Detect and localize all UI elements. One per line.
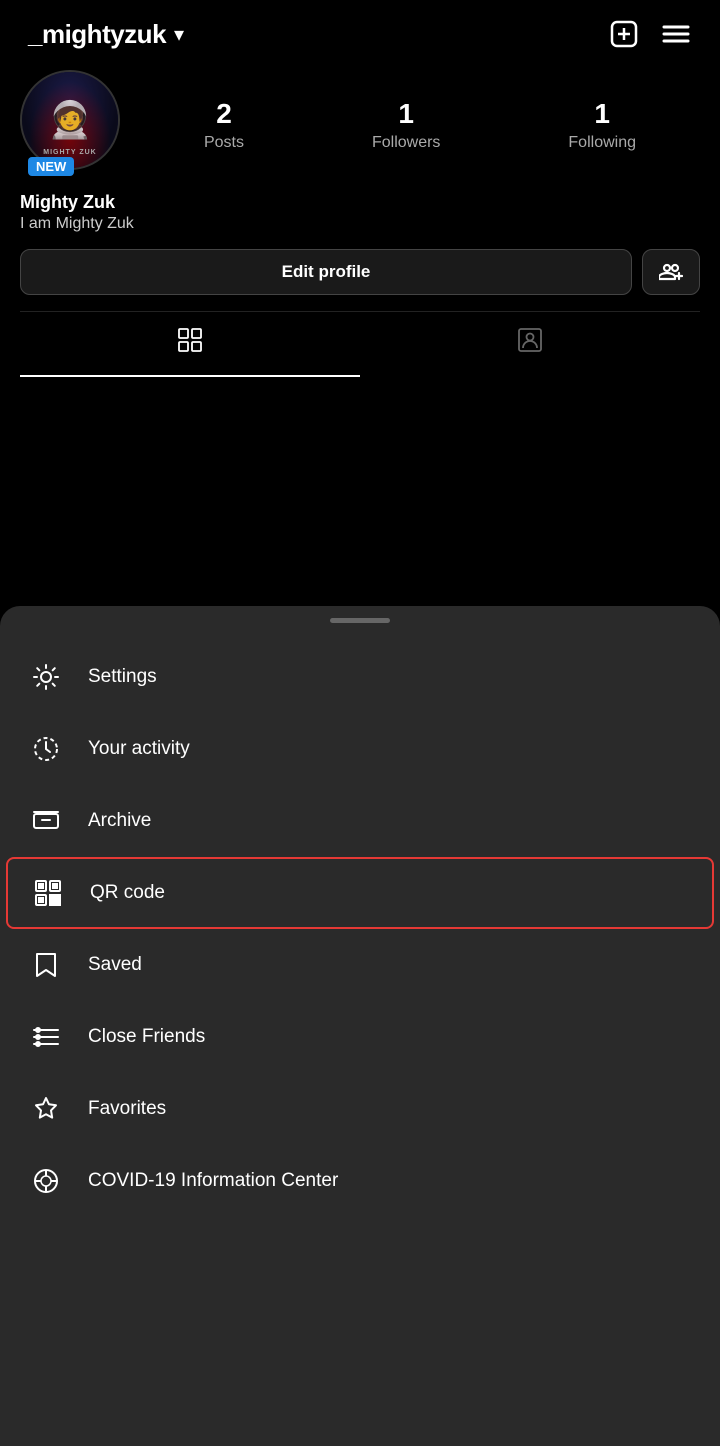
- username-area[interactable]: _mightyzuk ▾: [28, 19, 184, 50]
- username-text: _mightyzuk: [28, 19, 166, 50]
- header-icons: [608, 18, 692, 50]
- avatar-container: 🧑‍🚀 MIGHTY ZUK NEW: [20, 70, 130, 180]
- close-friends-icon: [28, 1019, 64, 1055]
- menu-list: Settings Your activity Archive: [0, 631, 720, 1227]
- menu-item-settings[interactable]: Settings: [0, 641, 720, 713]
- chevron-down-icon: ▾: [174, 22, 184, 47]
- edit-profile-button[interactable]: Edit profile: [20, 249, 632, 295]
- tab-tagged[interactable]: [360, 312, 700, 377]
- followers-count: 1: [398, 98, 414, 130]
- archive-label: Archive: [88, 810, 151, 832]
- activity-icon: [28, 731, 64, 767]
- new-post-button[interactable]: [608, 18, 640, 50]
- favorites-label: Favorites: [88, 1098, 166, 1120]
- display-name: Mighty Zuk: [20, 192, 700, 213]
- tab-grid[interactable]: [20, 312, 360, 377]
- favorites-icon: [28, 1091, 64, 1127]
- bio-text: I am Mighty Zuk: [20, 215, 700, 233]
- activity-label: Your activity: [88, 738, 190, 760]
- grid-icon: [176, 326, 204, 361]
- covid-label: COVID-19 Information Center: [88, 1170, 338, 1192]
- followers-label: Followers: [372, 134, 440, 152]
- tabs-row: [20, 311, 700, 377]
- close-friends-label: Close Friends: [88, 1026, 205, 1048]
- add-person-button[interactable]: [642, 249, 700, 295]
- name-bio: Mighty Zuk I am Mighty Zuk: [20, 192, 700, 249]
- profile-section: _mightyzuk ▾: [0, 0, 720, 377]
- person-tag-icon: [516, 326, 544, 361]
- following-stat[interactable]: 1 Following: [568, 98, 636, 152]
- posts-label: Posts: [204, 134, 244, 152]
- posts-stat[interactable]: 2 Posts: [204, 98, 244, 152]
- qr-code-label: QR code: [90, 882, 165, 904]
- settings-label: Settings: [88, 666, 157, 688]
- menu-item-qr-code[interactable]: QR code: [6, 857, 714, 929]
- saved-label: Saved: [88, 954, 142, 976]
- archive-icon: [28, 803, 64, 839]
- action-buttons: Edit profile: [20, 249, 700, 295]
- covid-icon: [28, 1163, 64, 1199]
- following-count: 1: [594, 98, 610, 130]
- menu-item-saved[interactable]: Saved: [0, 929, 720, 1001]
- following-label: Following: [568, 134, 636, 152]
- header-bar: _mightyzuk ▾: [20, 0, 700, 60]
- menu-item-archive[interactable]: Archive: [0, 785, 720, 857]
- sheet-handle-area: [0, 606, 720, 631]
- posts-count: 2: [216, 98, 232, 130]
- settings-icon: [28, 659, 64, 695]
- saved-icon: [28, 947, 64, 983]
- menu-item-favorites[interactable]: Favorites: [0, 1073, 720, 1145]
- menu-item-covid[interactable]: COVID-19 Information Center: [0, 1145, 720, 1217]
- bottom-sheet: Settings Your activity Archive: [0, 606, 720, 1446]
- profile-info-row: 🧑‍🚀 MIGHTY ZUK NEW 2 Posts 1 Followers 1…: [20, 70, 700, 180]
- hamburger-menu-button[interactable]: [660, 18, 692, 50]
- menu-item-close-friends[interactable]: Close Friends: [0, 1001, 720, 1073]
- avatar[interactable]: 🧑‍🚀 MIGHTY ZUK: [20, 70, 120, 170]
- menu-item-activity[interactable]: Your activity: [0, 713, 720, 785]
- stats-area: 2 Posts 1 Followers 1 Following: [130, 98, 700, 152]
- followers-stat[interactable]: 1 Followers: [372, 98, 440, 152]
- drag-handle[interactable]: [330, 618, 390, 623]
- qr-icon: [30, 875, 66, 911]
- new-badge: NEW: [28, 157, 74, 176]
